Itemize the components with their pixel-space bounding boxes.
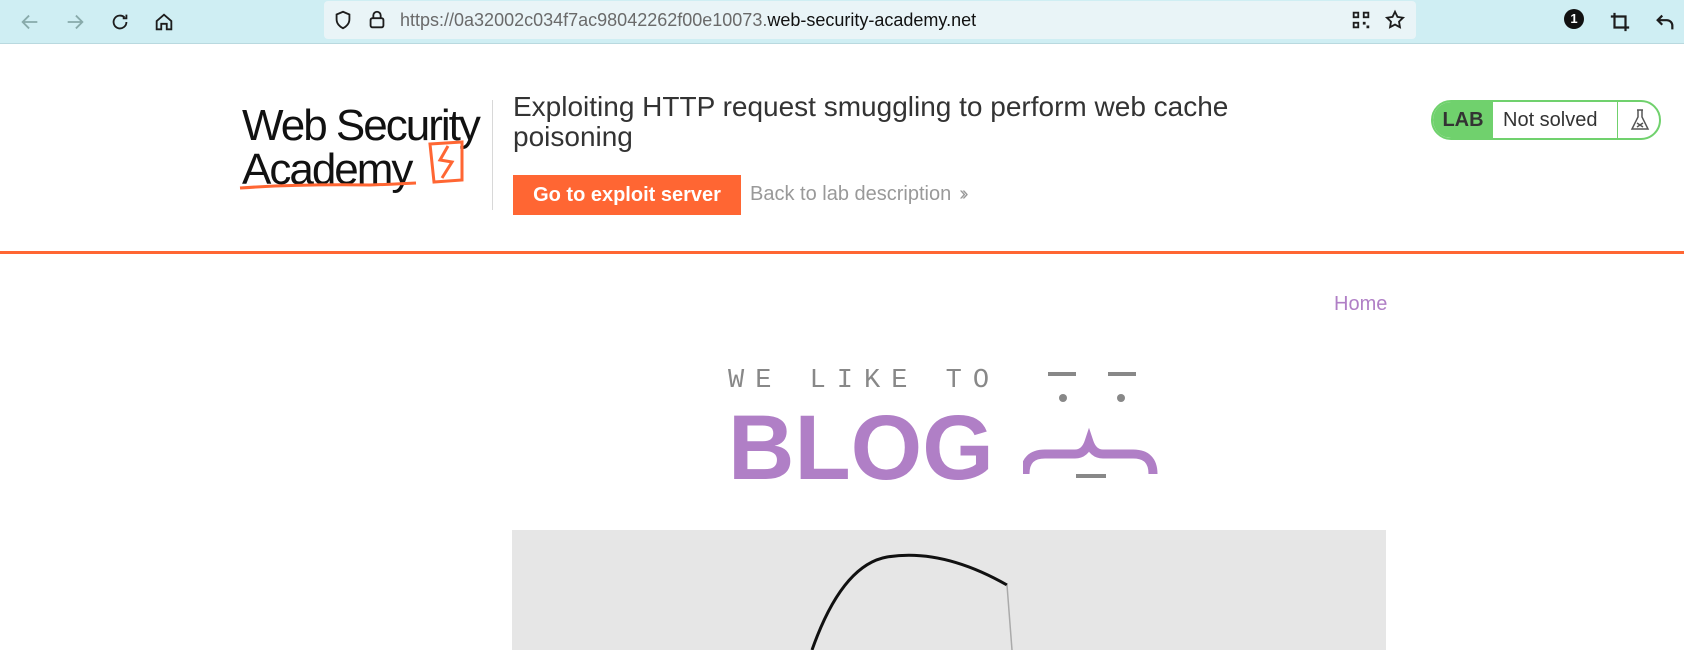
- qr-code-icon[interactable]: [1350, 9, 1372, 31]
- blog-brand: BLOG: [728, 397, 994, 499]
- forward-icon[interactable]: [60, 7, 90, 37]
- flask-icon: [1617, 102, 1659, 138]
- back-icon[interactable]: [15, 7, 45, 37]
- lab-status-widget: LAB Not solved: [1431, 100, 1661, 140]
- lab-header: Web Security Academy Exploiting HTTP req…: [0, 44, 1684, 254]
- back-link-label: Back to lab description: [750, 183, 952, 205]
- lab-status-label: LAB: [1433, 102, 1493, 138]
- back-to-lab-description-link[interactable]: Back to lab description ››: [750, 183, 969, 206]
- home-nav-link[interactable]: Home: [1334, 293, 1387, 316]
- header-divider: [492, 100, 493, 210]
- go-to-exploit-server-button[interactable]: Go to exploit server: [513, 175, 741, 215]
- browser-toolbar: https://0a32002c034f7ac98042262f00e10073…: [0, 0, 1684, 44]
- lab-title: Exploiting HTTP request smuggling to per…: [513, 91, 1229, 152]
- extension-badge[interactable]: 1: [1564, 9, 1584, 29]
- url-prefix: https://0a32002c034f7ac98042262f00e10073…: [400, 10, 768, 30]
- address-bar[interactable]: https://0a32002c034f7ac98042262f00e10073…: [324, 1, 1416, 39]
- reload-icon[interactable]: [105, 7, 135, 37]
- blog-face-icon: [1023, 372, 1158, 478]
- home-icon[interactable]: [149, 7, 179, 37]
- star-icon[interactable]: [1384, 9, 1406, 31]
- blog-logo: WE LIKE TO BLOG: [728, 362, 1168, 496]
- url-domain: web-security-academy.net: [767, 10, 977, 30]
- web-security-academy-logo[interactable]: Web Security Academy: [238, 96, 488, 196]
- blog-hero-image: [512, 530, 1386, 650]
- lab-status-value: Not solved: [1503, 109, 1598, 131]
- blog-tagline: WE LIKE TO: [728, 366, 1001, 396]
- shield-icon[interactable]: [332, 9, 354, 31]
- double-chevron-right-icon: ››: [959, 183, 969, 205]
- undo-icon[interactable]: [1650, 7, 1680, 37]
- lock-icon[interactable]: [366, 9, 388, 31]
- crop-icon[interactable]: [1605, 7, 1635, 37]
- url-text[interactable]: https://0a32002c034f7ac98042262f00e10073…: [400, 10, 976, 31]
